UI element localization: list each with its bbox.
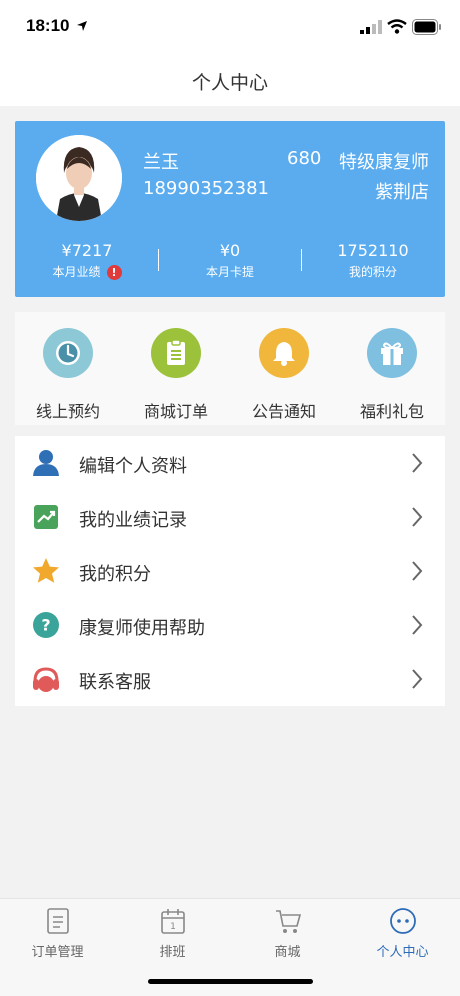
tab-label: 个人中心 <box>376 945 429 960</box>
quick-action-online-booking[interactable]: 线上预约 <box>15 328 121 422</box>
divider <box>158 249 159 271</box>
menu-item-my-points[interactable]: 我的积分 <box>15 544 445 598</box>
tab-mall[interactable]: 商城 <box>230 907 345 960</box>
quick-action-label: 福利礼包 <box>359 402 424 421</box>
chevron-right-icon <box>412 507 423 527</box>
user-store: 紫荆店 <box>375 182 429 203</box>
stat-monthly-card[interactable]: ¥0 本月卡提 <box>160 241 300 280</box>
headset-icon <box>33 667 59 692</box>
menu-item-performance-record[interactable]: 我的业绩记录 <box>15 490 445 544</box>
home-indicator[interactable] <box>148 979 313 984</box>
help-icon: ? <box>33 612 59 638</box>
quick-action-welfare-gift[interactable]: 福利礼包 <box>339 328 445 422</box>
location-arrow-icon <box>77 21 87 31</box>
tab-label: 商城 <box>274 945 301 960</box>
stat-value: 1752110 <box>337 241 409 260</box>
tab-personal-center[interactable]: 个人中心 <box>345 907 460 960</box>
divider <box>301 249 302 271</box>
battery-icon <box>412 19 441 35</box>
stat-my-points[interactable]: 1752110 我的积分 <box>303 241 443 280</box>
gift-icon <box>367 328 417 378</box>
quick-actions: 线上预约 商城订单 公告通知 福利礼包 <box>15 312 445 425</box>
user-phone: 18990352381 <box>143 178 269 199</box>
menu-item-label: 我的积分 <box>79 564 151 585</box>
profile-card: 兰玉 680 特级康复师 18990352381 紫荆店 ¥7217 本月业绩!… <box>15 121 445 297</box>
chat-bubble-icon <box>389 908 416 934</box>
stat-monthly-performance[interactable]: ¥7217 本月业绩! <box>17 241 157 280</box>
alert-badge-icon: ! <box>106 265 122 280</box>
clipboard-icon <box>151 328 201 378</box>
signal-icon <box>360 20 382 34</box>
star-icon <box>33 558 59 583</box>
avatar[interactable] <box>36 135 122 221</box>
nav-bar: 个人中心 <box>0 54 460 106</box>
quick-action-label: 公告通知 <box>251 402 316 421</box>
menu-item-label: 我的业绩记录 <box>79 510 187 531</box>
menu-item-label: 康复师使用帮助 <box>79 618 205 639</box>
tab-schedule[interactable]: 1 排班 <box>115 907 230 960</box>
tab-label: 订单管理 <box>31 945 84 960</box>
quick-action-label: 商城订单 <box>143 402 208 421</box>
avatar-portrait <box>36 135 122 221</box>
tab-bar: 订单管理 1 排班 商城 个人中心 <box>0 898 460 970</box>
stat-label: 我的积分 <box>348 265 397 279</box>
svg-text:1: 1 <box>170 922 176 932</box>
document-icon <box>46 908 69 934</box>
menu-item-contact-service[interactable]: 联系客服 <box>15 652 445 706</box>
menu-item-help[interactable]: ? 康复师使用帮助 <box>15 598 445 652</box>
svg-text:?: ? <box>41 616 50 635</box>
chevron-right-icon <box>412 561 423 581</box>
quick-action-announcements[interactable]: 公告通知 <box>231 328 337 422</box>
tab-label: 排班 <box>159 945 186 960</box>
menu-item-label: 联系客服 <box>79 672 151 693</box>
user-level: 特级康复师 <box>339 152 429 173</box>
menu-item-edit-profile[interactable]: 编辑个人资料 <box>15 436 445 490</box>
stat-label: 本月卡提 <box>205 265 254 279</box>
calendar-icon: 1 <box>160 909 185 934</box>
menu-item-label: 编辑个人资料 <box>79 456 187 477</box>
bell-icon <box>259 328 309 378</box>
chevron-right-icon <box>412 615 423 635</box>
trend-chart-icon <box>34 505 58 529</box>
cart-icon <box>275 910 301 933</box>
stat-label-text: 本月业绩 <box>52 265 101 279</box>
page-title: 个人中心 <box>191 72 268 94</box>
quick-action-label: 线上预约 <box>35 402 100 421</box>
status-bar: 18:10 <box>0 0 460 54</box>
status-time: 18:10 <box>26 16 70 35</box>
quick-action-mall-orders[interactable]: 商城订单 <box>123 328 229 422</box>
stat-value: ¥0 <box>219 241 241 260</box>
chevron-right-icon <box>412 669 423 689</box>
wifi-icon <box>387 19 407 34</box>
clock-icon <box>43 328 93 378</box>
stat-label: 本月业绩! <box>17 263 157 280</box>
chevron-right-icon <box>412 453 423 473</box>
user-icon <box>33 450 59 476</box>
user-name: 兰玉 <box>143 152 179 173</box>
menu-list: 编辑个人资料 我的业绩记录 我的积分 ? 康复师使用帮助 联系客服 <box>15 436 445 706</box>
empty-area <box>0 706 460 898</box>
user-score: 680 <box>287 148 322 169</box>
stat-value: ¥7217 <box>61 241 113 260</box>
tab-order-management[interactable]: 订单管理 <box>0 907 115 960</box>
